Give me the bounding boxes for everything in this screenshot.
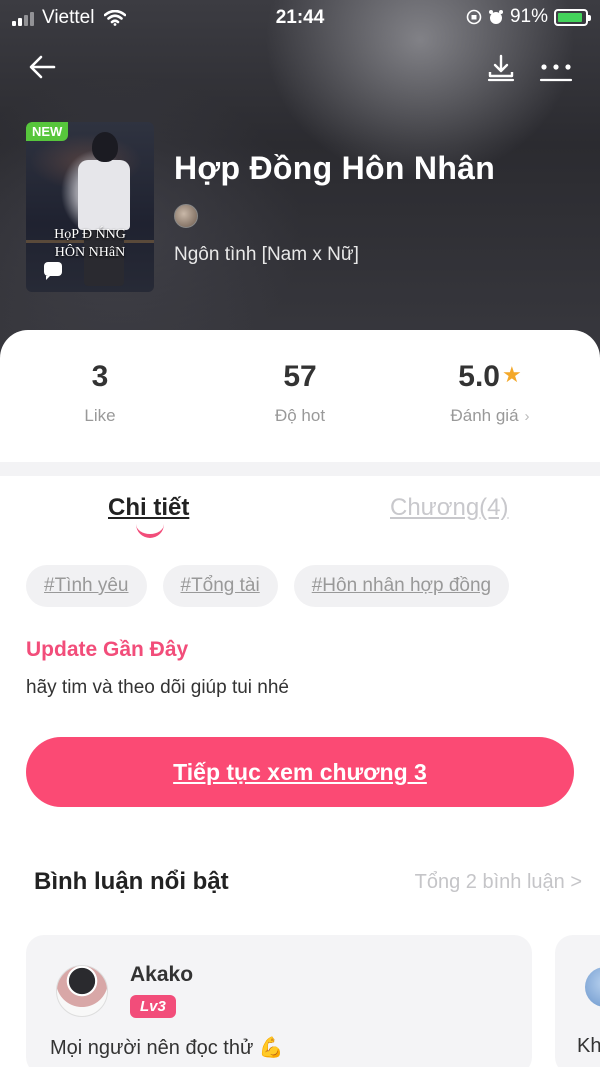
section-divider xyxy=(0,462,600,476)
status-bar: Viettel 21:44 91% xyxy=(0,0,600,34)
tag-chip[interactable]: #Tình yêu xyxy=(26,565,147,607)
avatar[interactable] xyxy=(56,965,108,1017)
comic-genre: Ngôn tình [Nam x Nữ] xyxy=(174,244,359,265)
stat-like: 3 Like xyxy=(0,360,200,426)
tab-detail[interactable]: Chi tiết xyxy=(108,494,189,522)
comment-card[interactable]: Akako Lv3 Mọi người nên đọc thử 💪 xyxy=(26,935,532,1067)
back-button[interactable] xyxy=(26,50,62,86)
level-badge: Lv3 xyxy=(130,995,176,1018)
star-icon: ★ xyxy=(501,362,522,387)
tab-active-indicator xyxy=(136,522,164,538)
tag-list: #Tình yêu #Tổng tài #Hôn nhân hợp đồng xyxy=(26,565,510,607)
flexed-biceps-icon: 💪 xyxy=(258,1037,284,1059)
stats-card: 3 Like 57 Độ hot 5.0★ Đánh giá › xyxy=(0,330,600,462)
tab-chapters[interactable]: Chương(4) xyxy=(390,494,509,522)
stat-hot: 57 Độ hot xyxy=(200,360,400,426)
continue-reading-button[interactable]: Tiếp tục xem chương 3 xyxy=(26,737,574,807)
update-title: Update Gần Đây xyxy=(26,638,189,661)
cover-title: HọP Đ ŃNG HÔN NHâN xyxy=(54,227,126,260)
comment-text: Kh xyxy=(577,1035,600,1057)
download-icon xyxy=(487,54,515,82)
comment-author[interactable]: Akako xyxy=(130,963,193,987)
comment-card[interactable]: Kh xyxy=(555,935,600,1067)
header-background: Viettel 21:44 91% HọP Đ ŃNG HÔN NHâN NEW… xyxy=(0,0,600,360)
more-icon xyxy=(539,64,573,82)
rotation-lock-icon xyxy=(466,9,482,25)
hot-count: 57 xyxy=(283,360,317,393)
avatar[interactable] xyxy=(585,967,600,1007)
author-avatar[interactable] xyxy=(174,204,198,228)
rating-label: Đánh giá xyxy=(450,406,519,425)
status-right: 91% xyxy=(466,6,591,28)
arrow-left-icon xyxy=(29,55,56,79)
like-count: 3 xyxy=(91,360,109,393)
stat-rating[interactable]: 5.0★ Đánh giá › xyxy=(390,360,590,426)
comic-title: Hợp Đồng Hôn Nhân xyxy=(174,150,496,186)
update-text: hãy tim và theo dõi giúp tui nhé xyxy=(26,677,290,698)
tag-chip[interactable]: #Tổng tài xyxy=(162,565,278,607)
battery-percent: 91% xyxy=(509,6,548,27)
hot-label: Độ hot xyxy=(274,406,326,425)
battery-icon xyxy=(554,8,591,26)
comment-text: Mọi người nên đọc thử 💪 xyxy=(50,1037,284,1059)
rating-row: Đánh giá › xyxy=(390,406,590,426)
comic-cover[interactable]: HọP Đ ŃNG HÔN NHâN NEW xyxy=(26,122,154,292)
new-badge: NEW xyxy=(26,122,69,141)
more-options-button[interactable] xyxy=(538,50,574,86)
alarm-icon xyxy=(488,10,503,24)
chevron-right-icon: › xyxy=(524,408,530,425)
download-button[interactable] xyxy=(484,50,520,86)
comments-section-title: Bình luận nổi bật xyxy=(34,868,229,895)
tag-chip[interactable]: #Hôn nhân hợp đồng xyxy=(293,565,510,607)
rating-value: 5.0 xyxy=(458,360,500,393)
comment-bubble-icon xyxy=(44,262,62,280)
like-label: Like xyxy=(84,406,116,425)
comments-total-link[interactable]: Tổng 2 bình luận > xyxy=(415,871,582,894)
